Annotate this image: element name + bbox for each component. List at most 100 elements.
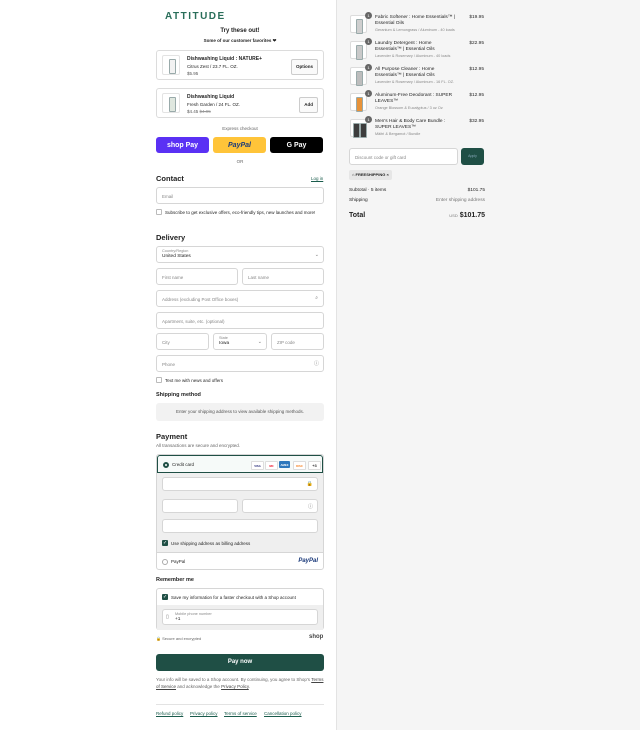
card-number-field[interactable]: 🔒 [162,477,318,491]
price: $5.95 [187,71,199,76]
apartment-field[interactable]: Apartment, suite, etc. (optional) [156,312,324,329]
secure-note: 🔒 Secure and encrypted [156,636,201,641]
country-value: United States [162,254,191,259]
remember-me-box: ✓ Save my information for a faster check… [156,588,324,630]
product-image [350,15,367,34]
credit-card-label: Credit card [172,462,195,467]
shipping-method-notice: Enter your shipping address to view avai… [156,403,324,421]
last-name-field[interactable]: Last name [242,268,324,285]
google-pay-button[interactable]: G Pay [270,137,323,153]
upsell-item: Dishwashing Liquid : NATURE+ Citrus Zest… [156,50,324,80]
discount-placeholder: Discount code or gift card [355,155,407,160]
order-item-name: Aluminum-Free Deodorant : SUPER LEAVES™ O… [375,93,457,111]
help-icon[interactable]: ⓘ [308,503,313,510]
add-button[interactable]: Add [299,97,318,113]
delivery-heading: Delivery [156,233,186,242]
chevron-down-icon: ⌄ [257,339,262,345]
more-cards-badge: +3 [308,461,321,470]
fine-text: and acknowledge the [176,684,222,689]
shop-pay-label: shop Pay [166,141,199,149]
country-select[interactable]: Country/Region United States ⌄ [156,246,324,263]
paypal-button[interactable]: PayPal [213,137,266,153]
tag-icon: ⌂ [352,172,355,177]
payment-heading: Payment [156,432,188,441]
total-value: $101.75 [459,212,485,219]
city-field[interactable]: City [156,333,209,350]
login-link[interactable]: Log in [311,176,323,181]
billing-same-checkbox[interactable]: ✓ [162,540,168,546]
order-item: 1 Laundry Detergent : Home Essentials™ |… [350,38,486,65]
email-field[interactable]: Email [156,187,324,204]
order-item-price: $22.95 [469,41,484,46]
total-row: Total USD $101.75 [349,212,485,219]
total-label: Total [349,212,366,219]
subscribe-checkbox[interactable] [156,209,162,215]
state-select[interactable]: State Iowa ⌄ [213,333,267,350]
zip-field[interactable]: ZIP code [271,333,324,350]
item-variant: Orange Blossom & Eucalyptus / 3 oz Oz [375,106,443,110]
lock-icon: 🔒 [306,481,313,487]
order-item-price: $12.95 [469,67,484,72]
text-me-checkbox[interactable] [156,377,162,383]
privacy-link[interactable]: Privacy Policy [221,684,249,689]
applied-code: FREESHIPPING [355,172,386,177]
item-name: All Purpose Cleaner : Home Essentials™ |… [375,67,435,78]
address-placeholder: Address (excluding Post Office boxes) [162,297,239,302]
privacy-policy-link[interactable]: Privacy policy [190,711,218,716]
country-label: Country/Region [162,249,189,253]
product-image [162,93,180,113]
apply-discount-button[interactable]: Apply [461,148,484,165]
brand-logo[interactable]: ATTITUDE [165,11,226,22]
order-item-price: $32.95 [469,119,484,124]
text-me-label: Text me with news and offers [165,378,223,383]
fine-text: Your info will be saved to a Shop accoun… [156,677,312,682]
address-field[interactable]: Address (excluding Post Office boxes) ⌕ [156,290,324,307]
upsell-item-name: Dishwashing Liquid [187,94,235,100]
state-value: Iowa [219,341,230,346]
order-item: 1 Fabric Softener : Home Essentials™ | E… [350,12,486,39]
shop-pay-button[interactable]: shop Pay [156,137,209,153]
security-code-field[interactable]: ⓘ [242,499,318,513]
credit-card-radio[interactable] [163,462,169,468]
shipping-row: Shipping Enter shipping address [349,198,485,203]
credit-card-option[interactable]: Credit card VISA MC AMEX DISC +3 [157,455,323,473]
shop-logo: shop [309,634,324,640]
fine-text: . [248,684,251,689]
subtotal-row: Subtotal · 5 items $101.75 [349,188,485,193]
upsell-item-price: $4.45 $4.95 [187,109,211,114]
secure-label: Secure and encrypted [162,636,202,641]
options-button[interactable]: Options [291,59,318,75]
mobile-phone-field[interactable]: ▯ Mobile phone number +1 [162,609,318,625]
quantity-badge: 1 [365,12,372,19]
first-name-field[interactable]: First name [156,268,238,285]
visa-icon: VISA [251,461,264,470]
remove-discount-icon[interactable]: × [386,172,388,177]
expiration-field[interactable] [162,499,238,513]
upsell-subtitle: Some of our customer favorites ❤ [203,38,277,43]
discount-code-field[interactable]: Discount code or gift card [349,148,458,165]
item-name: Aluminum-Free Deodorant : SUPER LEAVES™ [375,93,453,104]
phone-icon: ▯ [166,614,169,620]
order-item-price: $19.95 [469,15,484,20]
pay-now-button[interactable]: Pay now [156,654,324,671]
paypal-option[interactable]: PayPal PayPal [157,552,323,569]
phone-field[interactable]: Phone ⓘ [156,355,324,372]
mobile-value: +1 [175,617,181,622]
paypal-radio[interactable] [162,559,168,565]
cancellation-policy-link[interactable]: Cancellation policy [264,711,302,716]
terms-of-service-link[interactable]: Terms of service [224,711,257,716]
item-name: Laundry Detergent : Home Essentials™ | E… [375,41,435,52]
footer-divider [156,704,324,705]
upsell-item: Dishwashing Liquid Fresh Garden / 24 FL.… [156,88,324,118]
product-image [350,41,367,60]
upsell-item-price: $5.95 [187,71,198,76]
name-on-card-field[interactable] [162,519,318,533]
total-currency: USD [449,213,458,218]
shipping-value: Enter shipping address [435,198,485,203]
help-icon[interactable]: ⓘ [314,360,319,367]
subtotal-value: $101.75 [467,188,485,193]
refund-policy-link[interactable]: Refund policy [156,711,183,716]
save-info-checkbox[interactable]: ✓ [162,594,168,600]
zip-placeholder: ZIP code [277,340,295,345]
item-variant: Geranium & Lemongrass / Aluminum - 40 lo… [375,28,455,32]
